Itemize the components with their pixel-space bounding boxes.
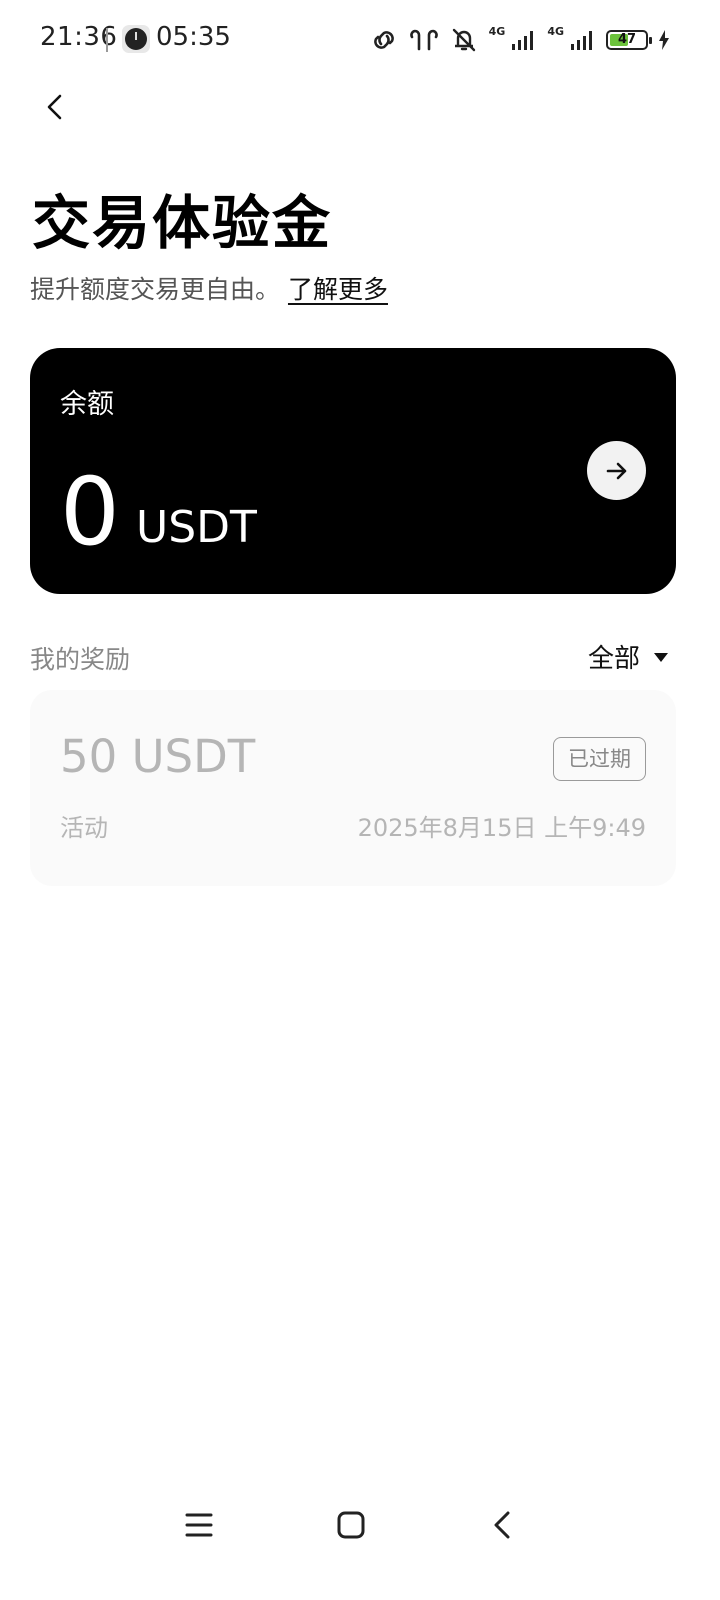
rewards-section-title: 我的奖励 xyxy=(30,645,131,674)
battery-icon: 47 xyxy=(606,30,652,50)
signal-icon xyxy=(512,31,534,50)
charging-icon xyxy=(659,30,669,50)
balance-detail-button[interactable] xyxy=(587,441,646,500)
status-badge: 已过期 xyxy=(553,737,646,781)
page-title: 交易体验金 xyxy=(32,189,333,257)
signal-icon xyxy=(571,31,592,50)
clock-app-icon xyxy=(122,25,150,53)
status-icons: 4G 4G 47 xyxy=(369,24,670,56)
status-secondary-time: 05:35 xyxy=(156,22,231,52)
balance-unit: USDT xyxy=(136,502,257,553)
home-button[interactable] xyxy=(328,1502,374,1548)
nav-back-button[interactable] xyxy=(480,1502,526,1548)
balance-value: 0 xyxy=(60,458,120,567)
learn-more-link[interactable]: 了解更多 xyxy=(288,275,388,304)
status-bar: 21:36 05:35 4G 4G 47 xyxy=(0,0,720,80)
page-subtitle: 提升额度交易更自由。 了解更多 xyxy=(30,270,388,306)
network-label-1: 4G xyxy=(488,24,506,38)
arrow-right-icon xyxy=(606,462,626,479)
status-divider xyxy=(106,28,108,52)
reward-amount: 50 USDT xyxy=(60,730,256,783)
balance-label: 余额 xyxy=(60,389,114,420)
menu-icon xyxy=(185,1513,213,1537)
reward-card[interactable]: 50 USDT 已过期 活动 2025年8月15日 上午9:49 xyxy=(30,690,676,886)
balance-card: 余额 0 USDT xyxy=(30,348,676,594)
network-label-2: 4G xyxy=(547,24,564,38)
subtitle-text: 提升额度交易更自由。 xyxy=(30,275,281,304)
link-icon xyxy=(373,31,394,49)
system-nav-bar xyxy=(0,1480,720,1570)
mute-icon xyxy=(452,28,475,52)
rewards-filter-dropdown[interactable]: 全部 xyxy=(588,638,668,675)
filter-label: 全部 xyxy=(587,644,640,674)
chevron-left-icon xyxy=(47,94,62,120)
home-icon xyxy=(337,1511,365,1539)
reward-date: 2025年8月15日 上午9:49 xyxy=(357,814,646,842)
recent-apps-button[interactable] xyxy=(176,1502,222,1548)
battery-level: 47 xyxy=(617,32,637,47)
caret-down-icon xyxy=(654,653,668,662)
reward-type: 活动 xyxy=(60,814,108,842)
back-icon xyxy=(494,1511,510,1539)
earbuds-icon xyxy=(409,29,438,51)
back-button[interactable] xyxy=(36,88,76,128)
